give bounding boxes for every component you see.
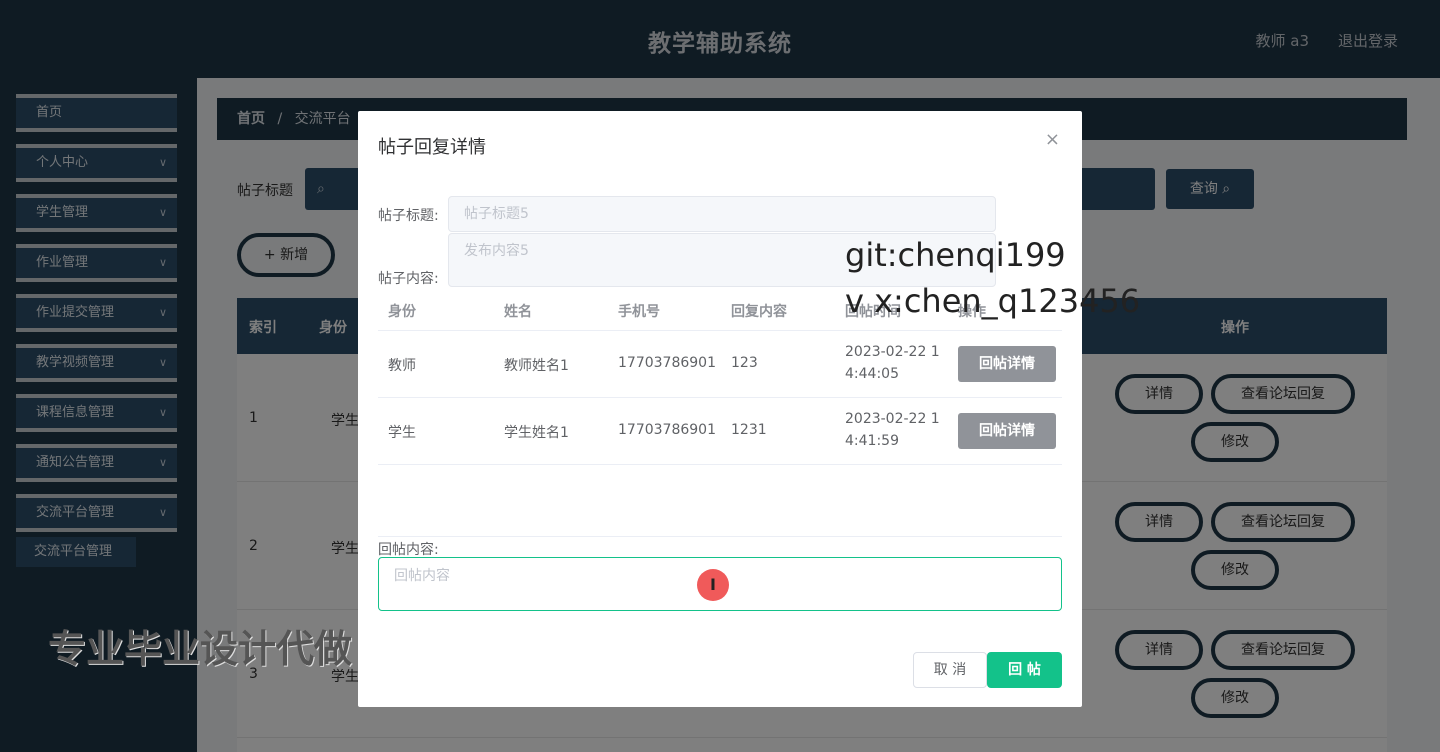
reply-phone: 17703786901	[618, 355, 716, 371]
column-header-content: 回复内容	[731, 304, 787, 320]
reply-time-line1: 2023-02-22 1	[845, 344, 940, 360]
post-title-field: 帖子标题5	[448, 196, 996, 232]
column-header-name: 姓名	[504, 304, 532, 320]
reply-row: 学生 学生姓名1 17703786901 1231 2023-02-22 1 4…	[378, 398, 1062, 465]
watermark-promo: 专业毕业设计代做	[48, 627, 353, 671]
column-header-phone: 手机号	[618, 304, 660, 320]
column-header-role: 身份	[388, 304, 416, 320]
dialog-title: 帖子回复详情	[378, 137, 486, 158]
reply-phone: 17703786901	[618, 422, 716, 438]
reply-detail-dialog: 帖子回复详情 × 帖子标题: 帖子标题5 帖子内容: 发布内容5 身份 姓名 手…	[358, 111, 1082, 707]
reply-content: 123	[731, 355, 758, 371]
reply-detail-button[interactable]: 回帖详情	[958, 413, 1056, 449]
reply-role: 教师	[388, 358, 416, 374]
submit-reply-button[interactable]: 回 帖	[987, 652, 1062, 688]
reply-content-label: 回帖内容:	[378, 542, 439, 558]
post-title-label: 帖子标题:	[378, 208, 439, 224]
reply-content: 1231	[731, 422, 767, 438]
watermark-git: git:chenqi199	[845, 236, 1066, 274]
divider	[378, 536, 1062, 537]
reply-name: 学生姓名1	[504, 425, 569, 441]
reply-name: 教师姓名1	[504, 358, 569, 374]
close-icon[interactable]: ×	[1045, 129, 1060, 150]
reply-time-line2: 4:41:59	[845, 433, 899, 449]
reply-row: 教师 教师姓名1 17703786901 123 2023-02-22 1 4:…	[378, 331, 1062, 398]
watermark-contact: v x:chen_q123456	[845, 282, 1141, 320]
cancel-button[interactable]: 取 消	[913, 652, 987, 688]
post-content-label: 帖子内容:	[378, 271, 439, 287]
reply-time-line2: 4:44:05	[845, 366, 899, 382]
reply-detail-button[interactable]: 回帖详情	[958, 346, 1056, 382]
reply-time-line1: 2023-02-22 1	[845, 411, 940, 427]
text-cursor-icon: I	[697, 569, 729, 601]
reply-role: 学生	[388, 425, 416, 441]
